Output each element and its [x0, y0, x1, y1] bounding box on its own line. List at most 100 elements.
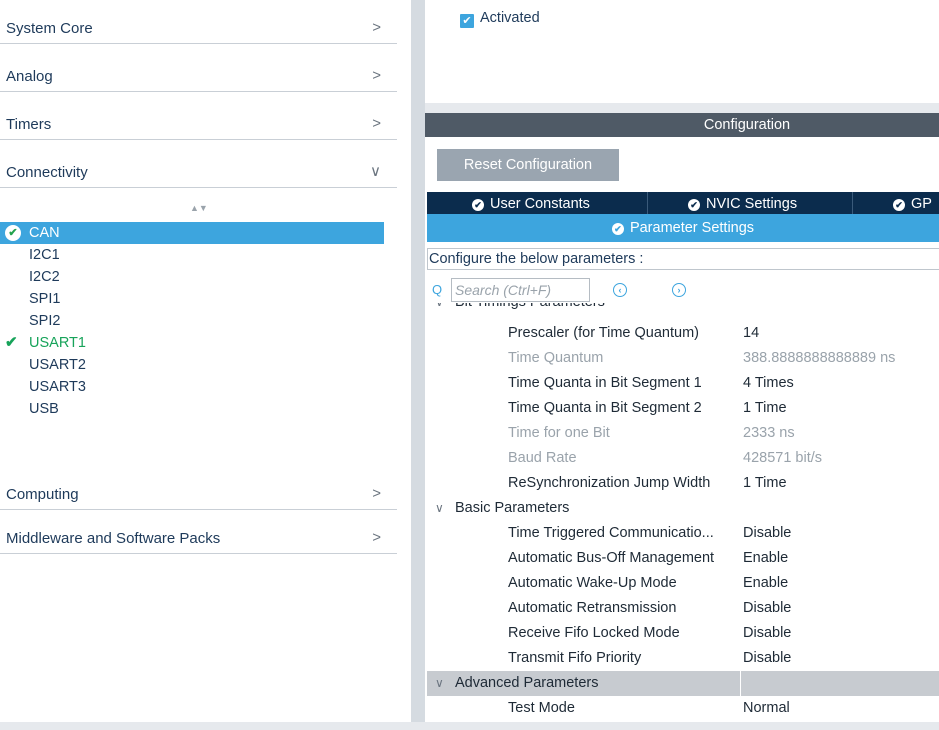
sort-icon[interactable]: ▲▼: [190, 204, 208, 213]
tab-label: Parameter Settings: [629, 220, 755, 236]
category-timers[interactable]: Timers >: [0, 96, 397, 140]
chevron-down-icon: ∨: [370, 163, 381, 180]
peripheral-label: USART1: [29, 335, 86, 351]
param-row[interactable]: Time Triggered Communicatio... Disable: [427, 521, 939, 546]
peripheral-item-spi2[interactable]: SPI2: [0, 310, 384, 332]
peripheral-item-usb[interactable]: USB: [0, 398, 384, 420]
check-circle-icon: ✔: [611, 223, 624, 235]
param-value: 14: [743, 325, 760, 341]
tab-parameter-settings[interactable]: ✔ Parameter Settings: [427, 214, 939, 242]
param-value: Disable: [743, 625, 792, 641]
param-name: Baud Rate: [508, 450, 577, 466]
group-label: Bit Timings Parameters: [455, 303, 605, 315]
category-middleware[interactable]: Middleware and Software Packs >: [0, 510, 397, 554]
param-value: 4 Times: [743, 375, 794, 391]
category-connectivity[interactable]: Connectivity ∨: [0, 144, 397, 188]
column-divider: [740, 671, 741, 696]
tab-user-constants[interactable]: ✔ User Constants: [427, 192, 648, 214]
param-name: Test Mode: [508, 700, 575, 716]
peripheral-label: USART2: [29, 357, 86, 373]
chevron-down-icon: ∨: [435, 676, 444, 690]
param-row[interactable]: Prescaler (for Time Quantum) 14: [427, 321, 939, 346]
reset-configuration-button[interactable]: Reset Configuration: [437, 149, 619, 181]
peripheral-label: I2C2: [29, 269, 60, 285]
chevron-right-icon: >: [372, 19, 381, 36]
activated-checkbox[interactable]: ✔ Activated: [460, 9, 540, 28]
group-label: Advanced Parameters: [455, 675, 599, 691]
param-row[interactable]: Time Quanta in Bit Segment 2 1 Time: [427, 396, 939, 421]
tab-label: NVIC Settings: [706, 196, 798, 212]
group-advanced-parameters[interactable]: ∨ Advanced Parameters: [427, 671, 939, 696]
tab-label: GP: [911, 196, 932, 212]
category-panel: System Core > Analog > Timers > Connecti…: [0, 0, 397, 730]
peripheral-label: CAN: [29, 225, 60, 241]
next-match-icon[interactable]: ›: [672, 283, 686, 297]
peripheral-label: I2C1: [29, 247, 60, 263]
search-icon[interactable]: Q: [432, 282, 442, 297]
check-circle-icon: ✔: [688, 199, 700, 211]
category-label: Timers: [6, 116, 52, 133]
param-name: Time Quanta in Bit Segment 2: [508, 400, 702, 416]
check-circle-icon: ✔: [472, 199, 484, 211]
param-value: Normal: [743, 700, 790, 716]
peripheral-item-can[interactable]: ✔ CAN: [0, 222, 384, 244]
bottom-scroll-strip: [0, 722, 939, 730]
category-label: Connectivity: [6, 164, 88, 181]
param-value: Disable: [743, 600, 792, 616]
peripheral-item-usart2[interactable]: USART2: [0, 354, 384, 376]
param-name: Time for one Bit: [508, 425, 610, 441]
category-label: Computing: [6, 486, 79, 503]
peripheral-item-usart3[interactable]: USART3: [0, 376, 384, 398]
chevron-down-icon: ∨: [435, 501, 444, 515]
config-tab-bar: ✔ User Constants ✔ NVIC Settings ✔ GP: [427, 192, 939, 214]
peripheral-list: ✔ CAN I2C1 I2C2 SPI1 SPI2 ✔ USART1 USART…: [0, 222, 384, 420]
param-row[interactable]: Time for one Bit 2333 ns: [427, 421, 939, 446]
group-bit-timings[interactable]: ∨ Bit Timings Parameters: [427, 303, 939, 315]
peripheral-label: SPI2: [29, 313, 61, 329]
param-value: 2333 ns: [743, 425, 795, 441]
checkbox-checked-icon: ✔: [460, 14, 474, 28]
param-name: Time Triggered Communicatio...: [508, 525, 714, 541]
param-row[interactable]: Automatic Retransmission Disable: [427, 596, 939, 621]
tab-label: User Constants: [490, 196, 590, 212]
category-computing[interactable]: Computing >: [0, 466, 397, 510]
param-name: Prescaler (for Time Quantum): [508, 325, 699, 341]
previous-match-icon[interactable]: ‹: [613, 283, 627, 297]
param-row[interactable]: Receive Fifo Locked Mode Disable: [427, 621, 939, 646]
configuration-header: Configuration: [425, 113, 939, 137]
category-analog[interactable]: Analog >: [0, 48, 397, 92]
peripheral-label: USART3: [29, 379, 86, 395]
param-row[interactable]: Test Mode Normal: [427, 696, 939, 721]
check-icon: ✔: [5, 334, 18, 351]
param-value: 428571 bit/s: [743, 450, 823, 466]
param-row[interactable]: Time Quantum 388.8888888888889 ns: [427, 346, 939, 371]
peripheral-item-i2c2[interactable]: I2C2: [0, 266, 384, 288]
group-basic-parameters[interactable]: ∨ Basic Parameters: [427, 496, 939, 521]
peripheral-item-spi1[interactable]: SPI1: [0, 288, 384, 310]
group-label: Basic Parameters: [455, 500, 570, 516]
param-name: Receive Fifo Locked Mode: [508, 625, 680, 641]
panel-separator: [425, 103, 939, 113]
param-row[interactable]: Automatic Wake-Up Mode Enable: [427, 571, 939, 596]
param-value: 1 Time: [743, 475, 787, 491]
category-system-core[interactable]: System Core >: [0, 0, 397, 44]
peripheral-item-usart1[interactable]: ✔ USART1: [0, 332, 384, 354]
tab-gpio-settings[interactable]: ✔ GP: [853, 192, 939, 214]
peripheral-label: USB: [29, 401, 59, 417]
param-name: Time Quanta in Bit Segment 1: [508, 375, 702, 391]
param-row[interactable]: Baud Rate 428571 bit/s: [427, 446, 939, 471]
tab-nvic-settings[interactable]: ✔ NVIC Settings: [648, 192, 853, 214]
param-value: Disable: [743, 525, 792, 541]
param-row[interactable]: Transmit Fifo Priority Disable: [427, 646, 939, 671]
param-row[interactable]: ReSynchronization Jump Width 1 Time: [427, 471, 939, 496]
param-value: Enable: [743, 550, 789, 566]
check-circle-icon: ✔: [893, 199, 905, 211]
param-row[interactable]: Time Quanta in Bit Segment 1 4 Times: [427, 371, 939, 396]
panel-splitter[interactable]: [411, 0, 425, 730]
peripheral-item-i2c1[interactable]: I2C1: [0, 244, 384, 266]
search-input[interactable]: [451, 278, 590, 302]
param-name: Automatic Wake-Up Mode: [508, 575, 677, 591]
param-name: Time Quantum: [508, 350, 604, 366]
param-row[interactable]: Automatic Bus-Off Management Enable: [427, 546, 939, 571]
param-name: Automatic Bus-Off Management: [508, 550, 715, 566]
